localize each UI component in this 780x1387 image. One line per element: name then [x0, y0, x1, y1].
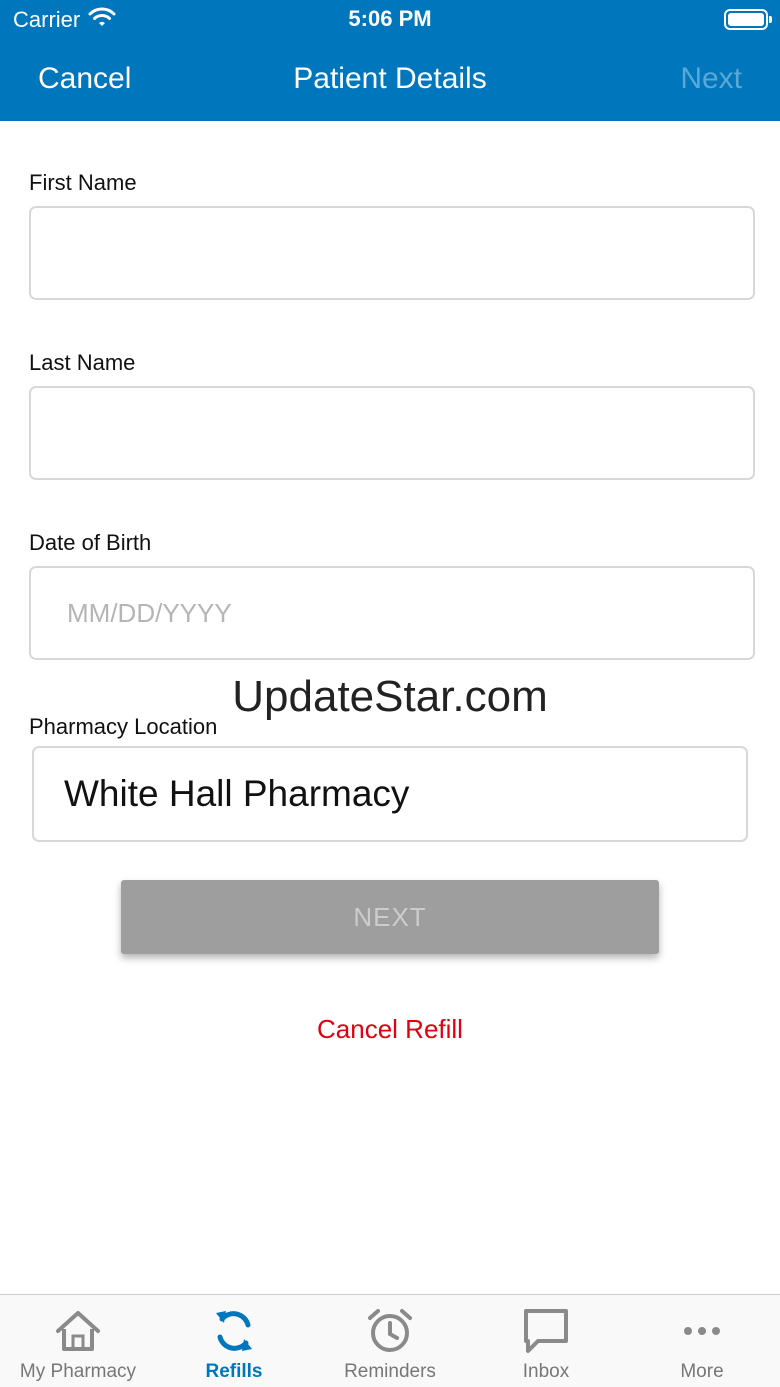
tab-label: More	[680, 1361, 724, 1382]
pharmacy-location-select[interactable]: White Hall Pharmacy	[32, 746, 748, 842]
more-dots-icon	[676, 1305, 728, 1357]
tab-label: Refills	[205, 1361, 263, 1382]
status-bar: Carrier 5:06 PM	[0, 0, 780, 40]
cancel-refill-link[interactable]: Cancel Refill	[0, 1014, 780, 1045]
chat-bubble-icon	[520, 1305, 572, 1357]
next-nav-button[interactable]: Next	[680, 62, 742, 96]
dob-label: Date of Birth	[29, 530, 152, 555]
home-icon	[52, 1305, 104, 1357]
tab-inbox[interactable]: Inbox	[468, 1295, 624, 1387]
tab-my-pharmacy[interactable]: My Pharmacy	[0, 1295, 156, 1387]
tab-reminders[interactable]: Reminders	[312, 1295, 468, 1387]
last-name-label: Last Name	[29, 350, 136, 375]
dob-input[interactable]	[31, 568, 753, 658]
status-time: 5:06 PM	[348, 6, 432, 31]
tab-label: My Pharmacy	[19, 1361, 137, 1382]
tab-more[interactable]: More	[624, 1295, 780, 1387]
tab-bar: My Pharmacy Refills Reminders Inbox More	[0, 1294, 780, 1387]
last-name-input[interactable]	[31, 388, 753, 478]
tab-label: Inbox	[522, 1361, 570, 1382]
refresh-icon	[208, 1305, 260, 1357]
tab-refills[interactable]: Refills	[156, 1295, 312, 1387]
navigation-header: Carrier 5:06 PM Cancel Patient Details N…	[0, 0, 780, 121]
last-name-field	[29, 386, 755, 480]
battery-icon	[724, 9, 772, 30]
first-name-input[interactable]	[31, 208, 753, 298]
alarm-clock-icon	[364, 1305, 416, 1357]
cancel-button[interactable]: Cancel	[38, 62, 131, 96]
dob-field	[29, 566, 755, 660]
first-name-label: First Name	[29, 170, 137, 195]
pharmacy-location-value: White Hall Pharmacy	[64, 773, 410, 814]
tab-label: Reminders	[344, 1361, 436, 1382]
watermark: UpdateStar.com	[232, 672, 548, 721]
next-button[interactable]: NEXT	[121, 880, 659, 954]
first-name-field	[29, 206, 755, 300]
